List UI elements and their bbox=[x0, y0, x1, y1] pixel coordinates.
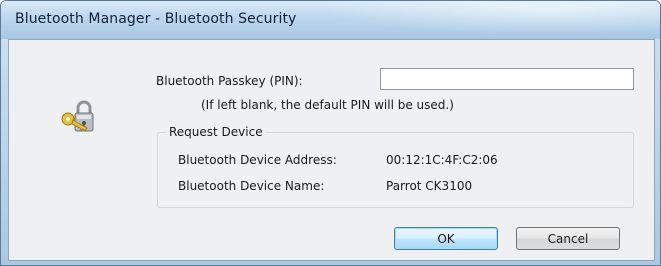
passkey-label: Bluetooth Passkey (PIN): bbox=[156, 74, 303, 88]
title-bar[interactable]: Bluetooth Manager - Bluetooth Security bbox=[1, 1, 660, 39]
device-address-label: Bluetooth Device Address: bbox=[178, 153, 337, 167]
cancel-button[interactable]: Cancel bbox=[516, 227, 620, 250]
lock-with-key-icon bbox=[61, 100, 94, 132]
request-device-group: Request Device Bluetooth Device Address:… bbox=[157, 125, 634, 208]
default-pin-hint: (If left blank, the default PIN will be … bbox=[201, 98, 454, 112]
dialog-window: Bluetooth Manager - Bluetooth Security B… bbox=[0, 0, 661, 266]
ok-button[interactable]: OK bbox=[394, 227, 498, 250]
device-address-value: 00:12:1C:4F:C2:06 bbox=[386, 153, 498, 167]
dialog-content: Bluetooth Passkey (PIN): (If left blank,… bbox=[8, 39, 655, 261]
passkey-input[interactable] bbox=[380, 68, 634, 90]
window-title: Bluetooth Manager - Bluetooth Security bbox=[15, 11, 297, 27]
device-name-value: Parrot CK3100 bbox=[386, 179, 473, 193]
request-device-title: Request Device bbox=[166, 125, 266, 139]
device-name-label: Bluetooth Device Name: bbox=[178, 179, 325, 193]
